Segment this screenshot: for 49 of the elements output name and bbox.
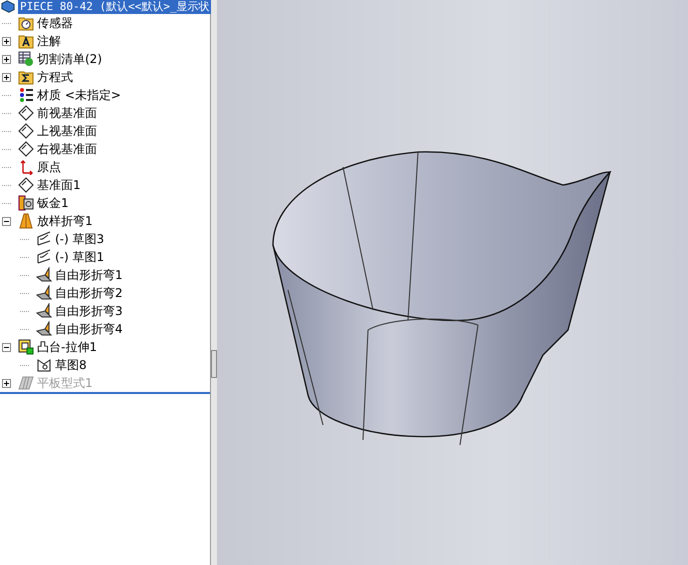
bend-icon xyxy=(36,321,52,337)
plane-icon xyxy=(18,123,34,139)
tree-item[interactable]: 钣金1 xyxy=(37,195,69,211)
material-icon xyxy=(18,87,34,103)
tree-item[interactable]: 自由形折弯2 xyxy=(55,285,123,301)
flat-pattern-icon xyxy=(18,375,34,391)
sheet-metal-icon xyxy=(18,195,34,211)
plane-icon xyxy=(18,105,34,121)
tree-item[interactable]: 前视基准面 xyxy=(37,105,97,121)
folder-letter-icon xyxy=(18,33,34,49)
tree-item[interactable]: (-) 草图1 xyxy=(55,249,104,265)
origin-icon xyxy=(18,159,34,175)
extrude-icon xyxy=(18,339,34,355)
collapse-icon[interactable] xyxy=(2,216,11,226)
tree-item[interactable]: 凸台-拉伸1 xyxy=(37,339,97,355)
tree-item[interactable]: 上视基准面 xyxy=(37,123,97,139)
tree-item[interactable]: 原点 xyxy=(37,159,61,175)
expand-icon[interactable] xyxy=(2,36,11,46)
bend-icon xyxy=(36,303,52,319)
expand-icon[interactable] xyxy=(2,72,11,82)
sketch-icon xyxy=(36,357,52,373)
tree-item[interactable]: 右视基准面 xyxy=(37,141,97,157)
tree-item[interactable]: 基准面1 xyxy=(37,177,81,193)
part-icon xyxy=(0,0,16,14)
tree-item[interactable]: 自由形折弯1 xyxy=(55,267,123,283)
tree-item[interactable]: 自由形折弯4 xyxy=(55,321,123,337)
sketch-icon xyxy=(36,249,52,265)
bend-icon xyxy=(36,267,52,283)
bend-icon xyxy=(36,285,52,301)
folder-gauge-icon xyxy=(18,15,34,31)
part-title[interactable]: PIECE 80-42 (默认<<默认>_显示状 xyxy=(18,0,212,14)
tree-item[interactable]: (-) 草图3 xyxy=(55,231,104,247)
loft-bend-icon xyxy=(18,213,34,229)
table-icon xyxy=(18,51,34,67)
plane-icon xyxy=(18,177,34,193)
tree-item[interactable]: 草图8 xyxy=(55,357,87,373)
sketch-icon xyxy=(36,231,52,247)
collapse-icon[interactable] xyxy=(2,342,11,352)
plane-icon xyxy=(18,141,34,157)
tree-item[interactable]: 传感器 xyxy=(37,15,73,31)
expand-icon[interactable] xyxy=(2,54,11,64)
tree-item[interactable]: 材质 <未指定> xyxy=(37,87,121,103)
splitter-handle[interactable] xyxy=(211,350,217,378)
tree-item[interactable]: 方程式 xyxy=(37,69,73,85)
folder-sigma-icon xyxy=(18,69,34,85)
tree-item[interactable]: 注解 xyxy=(37,33,61,49)
tree-item[interactable]: 自由形折弯3 xyxy=(55,303,123,319)
tree-item[interactable]: 切割清单(2) xyxy=(37,51,102,67)
tree-item[interactable]: 放样折弯1 xyxy=(37,213,93,229)
